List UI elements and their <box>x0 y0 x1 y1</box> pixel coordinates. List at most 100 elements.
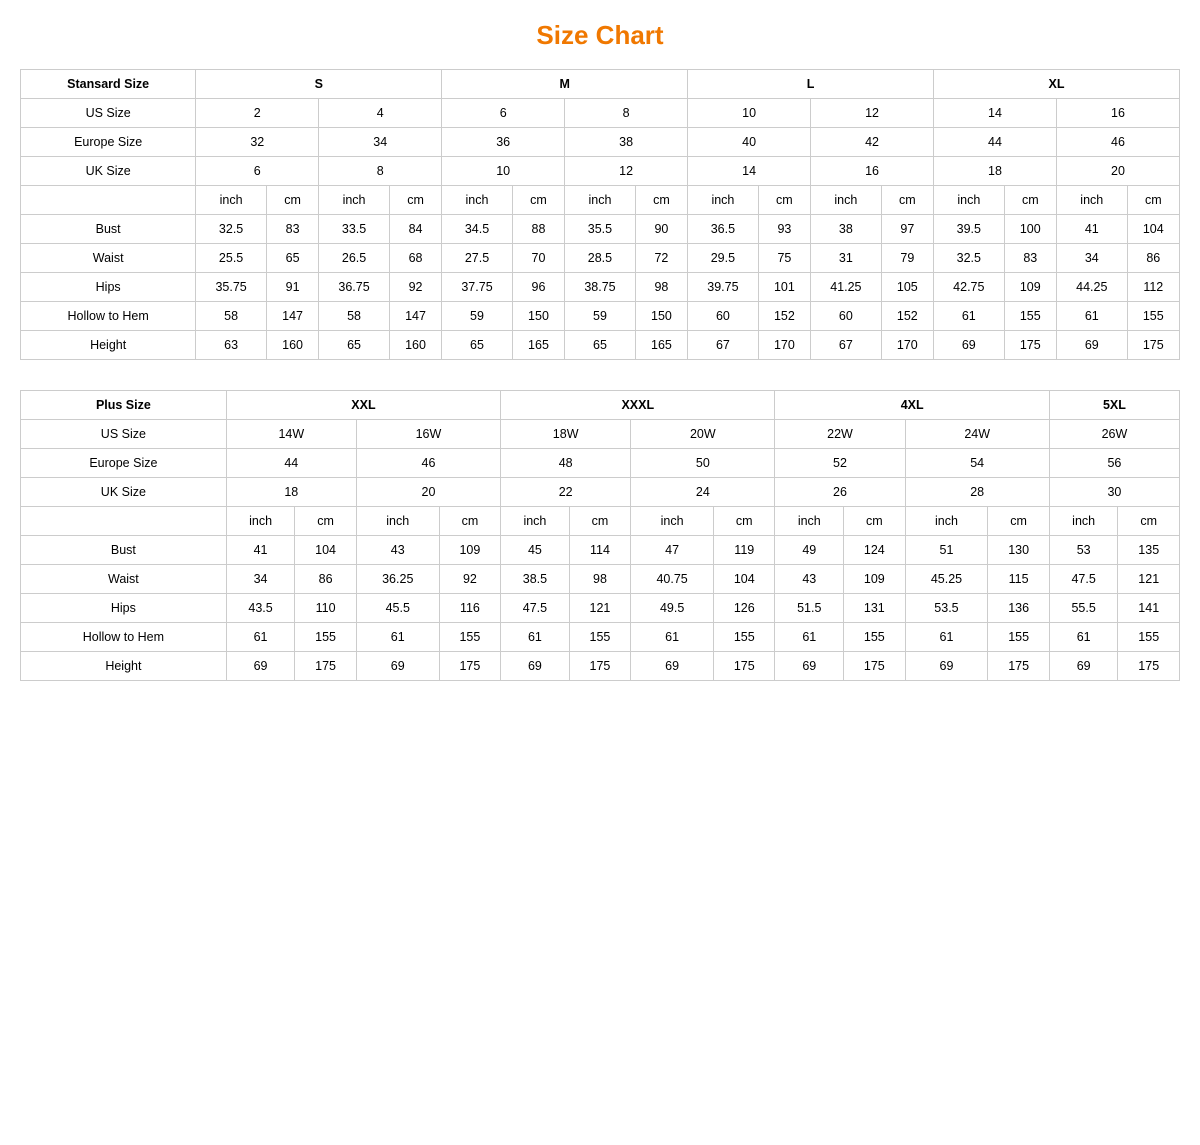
cell-4-1: 175 <box>295 652 356 681</box>
cell-2-5: 121 <box>569 594 630 623</box>
cell-2-11: 136 <box>988 594 1049 623</box>
unit-inch-6: inch <box>811 186 882 215</box>
cell-0-12: 53 <box>1049 536 1118 565</box>
plus-unit-cm-1: cm <box>295 507 356 536</box>
us-size-label: US Size <box>21 99 196 128</box>
size-5xl-header: 5XL <box>1049 391 1179 420</box>
cell-4-5: 175 <box>569 652 630 681</box>
cell-4-12: 69 <box>1049 652 1118 681</box>
cell-3-13: 155 <box>1004 302 1056 331</box>
unit-label-empty <box>21 186 196 215</box>
cell-4-1: 160 <box>266 331 318 360</box>
cell-1-9: 109 <box>844 565 905 594</box>
cell-3-14: 61 <box>1056 302 1127 331</box>
cell-0-2: 33.5 <box>319 215 390 244</box>
plus-unit-cm-4: cm <box>714 507 775 536</box>
cell-2-15: 112 <box>1127 273 1179 302</box>
size-s-header: S <box>196 70 442 99</box>
cell-3-13: 155 <box>1118 623 1180 652</box>
data-row-1: Waist25.56526.56827.57028.57229.57531793… <box>21 244 1180 273</box>
unit-inch-5: inch <box>688 186 759 215</box>
cell-2-13: 109 <box>1004 273 1056 302</box>
cell-4-2: 69 <box>356 652 439 681</box>
cell-1-5: 98 <box>569 565 630 594</box>
plus-size-table: Plus Size XXL XXXL 4XL 5XL US Size 14W 1… <box>20 390 1180 681</box>
cell-1-13: 83 <box>1004 244 1056 273</box>
cell-1-0: 25.5 <box>196 244 267 273</box>
cell-3-4: 59 <box>442 302 513 331</box>
cell-2-6: 49.5 <box>631 594 714 623</box>
cell-0-3: 109 <box>439 536 500 565</box>
cell-3-11: 152 <box>881 302 933 331</box>
us-size-10: 10 <box>688 99 811 128</box>
plus-unit-cm-7: cm <box>1118 507 1180 536</box>
cell-0-3: 84 <box>389 215 441 244</box>
cell-0-13: 100 <box>1004 215 1056 244</box>
cell-2-5: 96 <box>512 273 564 302</box>
cell-4-14: 69 <box>1056 331 1127 360</box>
data-row-2: Hips35.759136.759237.759638.759839.75101… <box>21 273 1180 302</box>
uk-20: 20 <box>1056 157 1179 186</box>
europe-32: 32 <box>196 128 319 157</box>
plus-uk-20: 20 <box>356 478 500 507</box>
cell-0-7: 90 <box>635 215 687 244</box>
us-size-2: 2 <box>196 99 319 128</box>
europe-36: 36 <box>442 128 565 157</box>
data-row-4: Height6316065160651656516567170671706917… <box>21 331 1180 360</box>
cell-3-2: 58 <box>319 302 390 331</box>
unit-cm-7: cm <box>1004 186 1056 215</box>
cell-3-0: 58 <box>196 302 267 331</box>
unit-inch-3: inch <box>442 186 513 215</box>
cell-1-8: 43 <box>775 565 844 594</box>
unit-cm-6: cm <box>881 186 933 215</box>
uk-size-label: UK Size <box>21 157 196 186</box>
cell-0-6: 47 <box>631 536 714 565</box>
cell-4-8: 69 <box>775 652 844 681</box>
plus-size-label: Plus Size <box>21 391 227 420</box>
plus-size-header-row: Plus Size XXL XXXL 4XL 5XL <box>21 391 1180 420</box>
size-l-header: L <box>688 70 934 99</box>
cell-3-1: 147 <box>266 302 318 331</box>
plus-europe-54: 54 <box>905 449 1049 478</box>
cell-3-11: 155 <box>988 623 1049 652</box>
cell-0-4: 34.5 <box>442 215 513 244</box>
cell-0-11: 130 <box>988 536 1049 565</box>
cell-0-4: 45 <box>501 536 570 565</box>
europe-38: 38 <box>565 128 688 157</box>
plus-us-size-label: US Size <box>21 420 227 449</box>
cell-2-8: 51.5 <box>775 594 844 623</box>
plus-europe-52: 52 <box>775 449 905 478</box>
cell-0-12: 39.5 <box>934 215 1005 244</box>
europe-40: 40 <box>688 128 811 157</box>
cell-1-10: 45.25 <box>905 565 988 594</box>
cell-0-13: 135 <box>1118 536 1180 565</box>
unit-cm-3: cm <box>512 186 564 215</box>
cell-1-15: 86 <box>1127 244 1179 273</box>
unit-cm-1: cm <box>266 186 318 215</box>
cell-4-7: 175 <box>714 652 775 681</box>
cell-1-13: 121 <box>1118 565 1180 594</box>
cell-1-12: 47.5 <box>1049 565 1118 594</box>
cell-4-10: 67 <box>811 331 882 360</box>
cell-1-6: 28.5 <box>565 244 636 273</box>
cell-2-7: 98 <box>635 273 687 302</box>
cell-3-9: 155 <box>844 623 905 652</box>
cell-4-10: 69 <box>905 652 988 681</box>
unit-inch-2: inch <box>319 186 390 215</box>
data-row-3: Hollow to Hem611556115561155611556115561… <box>21 623 1180 652</box>
us-size-14: 14 <box>934 99 1057 128</box>
row-label-2: Hips <box>21 273 196 302</box>
cell-3-15: 155 <box>1127 302 1179 331</box>
us-size-row: US Size 2 4 6 8 10 12 14 16 <box>21 99 1180 128</box>
size-xl-header: XL <box>934 70 1180 99</box>
plus-unit-inch-1: inch <box>226 507 295 536</box>
europe-size-label: Europe Size <box>21 128 196 157</box>
cell-3-7: 150 <box>635 302 687 331</box>
cell-3-1: 155 <box>295 623 356 652</box>
cell-1-7: 72 <box>635 244 687 273</box>
plus-unit-inch-3: inch <box>501 507 570 536</box>
cell-0-14: 41 <box>1056 215 1127 244</box>
plus-unit-cm-6: cm <box>988 507 1049 536</box>
plus-us-22w: 22W <box>775 420 905 449</box>
cell-1-3: 68 <box>389 244 441 273</box>
